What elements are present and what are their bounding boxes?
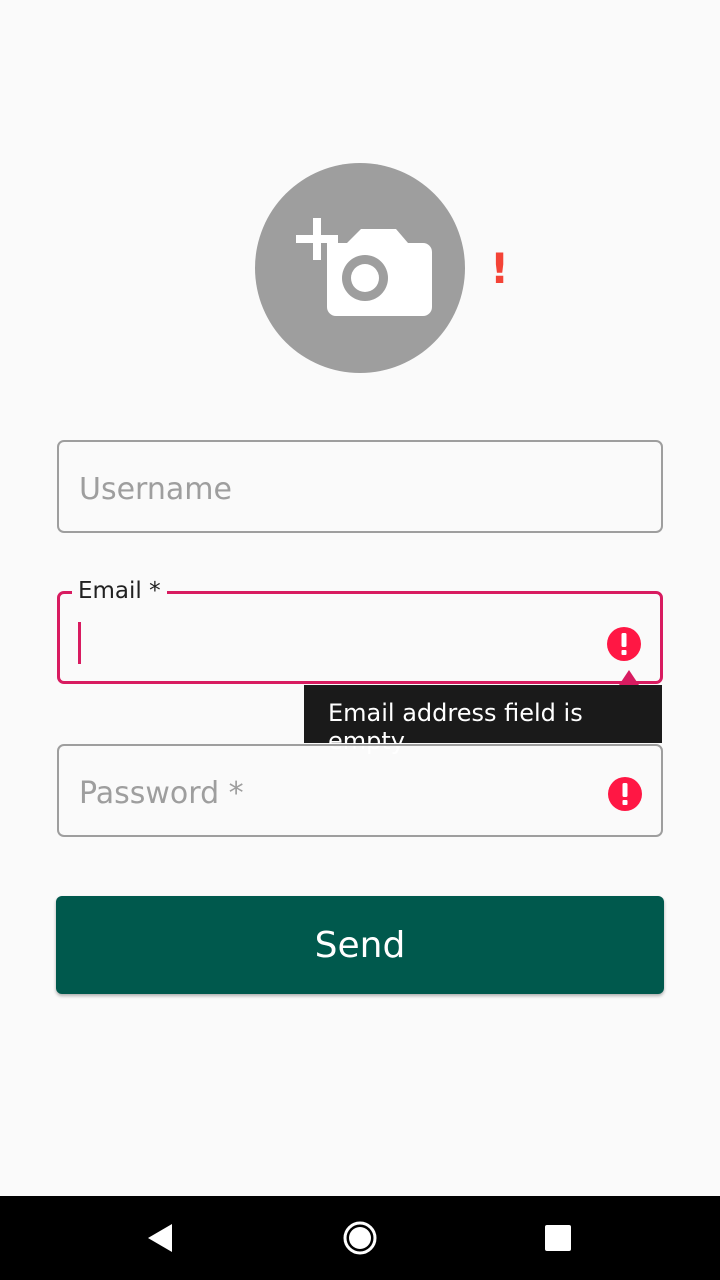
- add-photo-button[interactable]: [255, 163, 465, 373]
- add-photo-icon: [296, 218, 432, 316]
- send-button[interactable]: Send: [56, 896, 664, 994]
- email-label: Email *: [72, 574, 167, 608]
- email-field[interactable]: Email *: [57, 574, 663, 684]
- password-placeholder: Password *: [79, 776, 244, 811]
- error-icon[interactable]: [606, 626, 642, 662]
- username-field[interactable]: Username: [57, 440, 663, 533]
- text-cursor: [78, 622, 81, 664]
- recents-square-icon[interactable]: [536, 1216, 580, 1260]
- error-icon[interactable]: [607, 776, 643, 812]
- username-placeholder: Username: [79, 472, 232, 507]
- avatar-error-mark: !: [490, 244, 510, 293]
- password-field[interactable]: Password *: [57, 744, 663, 837]
- navigation-bar: [0, 1196, 720, 1280]
- back-triangle-icon[interactable]: [140, 1216, 184, 1260]
- email-error-tooltip: Email address field is empty: [304, 685, 662, 755]
- home-circle-icon[interactable]: [338, 1216, 382, 1260]
- tooltip-arrow: [619, 670, 639, 685]
